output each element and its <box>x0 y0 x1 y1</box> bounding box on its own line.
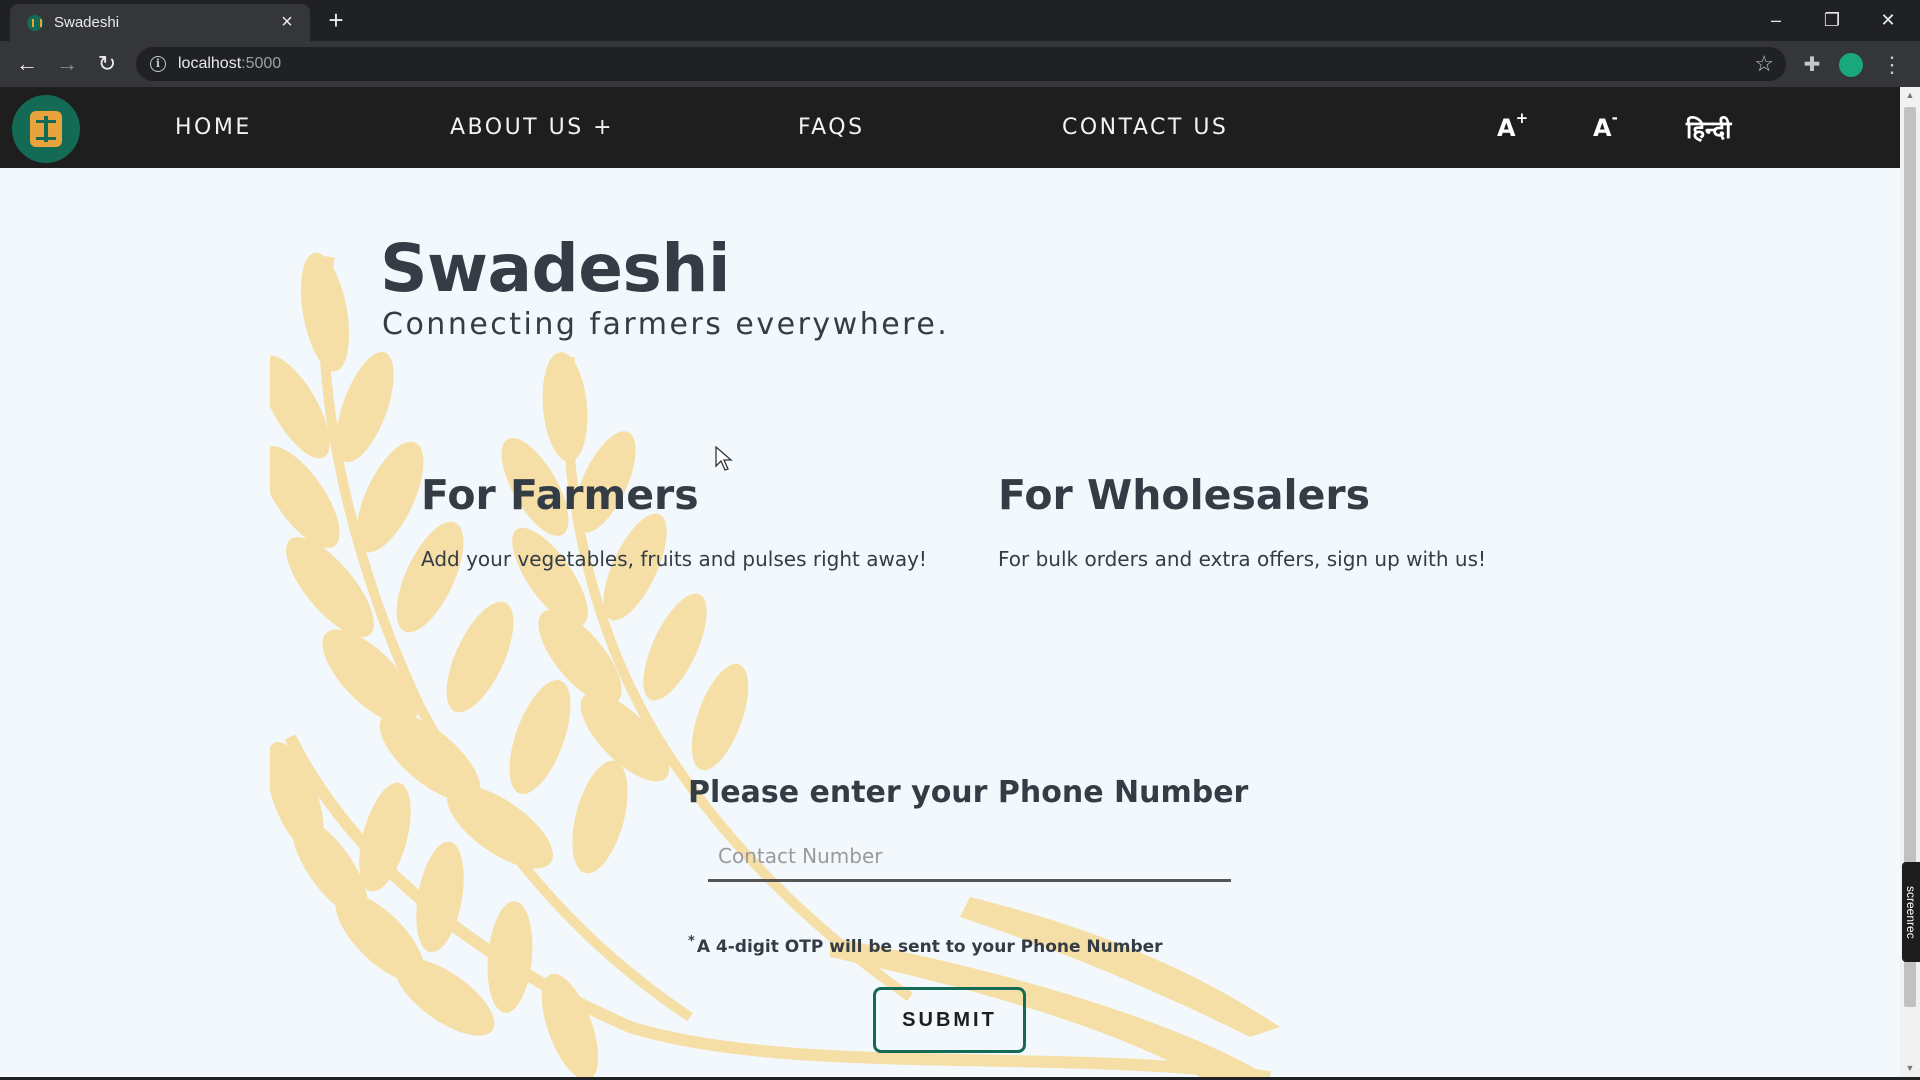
site-navbar: HOME ABOUT US + FAQS CONTACT US A+ A- हि… <box>0 87 1900 168</box>
contact-number-input[interactable] <box>708 832 1231 882</box>
screenrec-badge[interactable]: screenrec <box>1902 862 1920 962</box>
hero-subtitle: Connecting farmers everywhere. <box>382 307 950 342</box>
mouse-cursor-icon <box>715 446 733 471</box>
browser-menu-icon[interactable]: ⋮ <box>1880 50 1904 80</box>
page-viewport: HOME ABOUT US + FAQS CONTACT US A+ A- हि… <box>0 87 1900 1077</box>
nav-about-us[interactable]: ABOUT US + <box>450 115 614 140</box>
site-info-icon[interactable]: i <box>150 56 166 72</box>
new-tab-icon[interactable]: + <box>322 7 350 35</box>
farmers-card-text: Add your vegetables, fruits and pulses r… <box>421 547 927 571</box>
wheat-logo-icon <box>30 111 62 147</box>
otp-note: * A 4-digit OTP will be sent to your Phon… <box>688 934 1163 957</box>
font-increase-button[interactable]: A+ <box>1497 109 1528 142</box>
scroll-up-arrow-icon[interactable]: ▲ <box>1900 87 1920 104</box>
font-decrease-button[interactable]: A- <box>1593 109 1618 142</box>
back-icon[interactable]: ← <box>12 49 42 79</box>
farmers-card-title[interactable]: For Farmers <box>421 471 699 519</box>
profile-avatar[interactable] <box>1839 53 1863 77</box>
url-text[interactable]: localhost:5000 <box>178 55 281 73</box>
window-close-icon[interactable]: ✕ <box>1866 4 1910 36</box>
language-toggle-hindi[interactable]: हिन्दी <box>1686 113 1731 146</box>
site-favicon-icon <box>27 15 43 31</box>
address-bar[interactable]: i localhost:5000 ☆ <box>136 47 1786 81</box>
wholesalers-card-text: For bulk orders and extra offers, sign u… <box>998 547 1487 571</box>
swadeshi-logo[interactable] <box>12 95 80 163</box>
extensions-puzzle-icon[interactable]: ✚ <box>1797 50 1827 80</box>
scroll-down-arrow-icon[interactable]: ▼ <box>1900 1060 1920 1077</box>
phone-form-heading: Please enter your Phone Number <box>688 775 1249 810</box>
reload-icon[interactable]: ↻ <box>92 49 122 79</box>
forward-icon[interactable]: → <box>52 49 82 79</box>
hero-title: Swadeshi <box>380 230 730 307</box>
submit-button[interactable]: SUBMIT <box>873 987 1026 1053</box>
nav-contact-us[interactable]: CONTACT US <box>1062 115 1228 140</box>
browser-tab[interactable]: Swadeshi × <box>10 4 310 41</box>
nav-faqs[interactable]: FAQS <box>798 115 865 140</box>
bookmark-star-icon[interactable]: ☆ <box>1754 51 1774 77</box>
minimize-icon[interactable]: – <box>1754 4 1798 36</box>
nav-home[interactable]: HOME <box>175 115 252 140</box>
restore-icon[interactable]: ❐ <box>1810 4 1854 36</box>
tab-title: Swadeshi <box>54 14 120 31</box>
browser-tabstrip: Swadeshi × + – ❐ ✕ <box>0 0 1920 41</box>
close-tab-icon[interactable]: × <box>276 11 298 33</box>
browser-toolbar: ← → ↻ i localhost:5000 ☆ ✚ ⋮ <box>0 41 1920 87</box>
wholesalers-card-title[interactable]: For Wholesalers <box>998 471 1370 519</box>
